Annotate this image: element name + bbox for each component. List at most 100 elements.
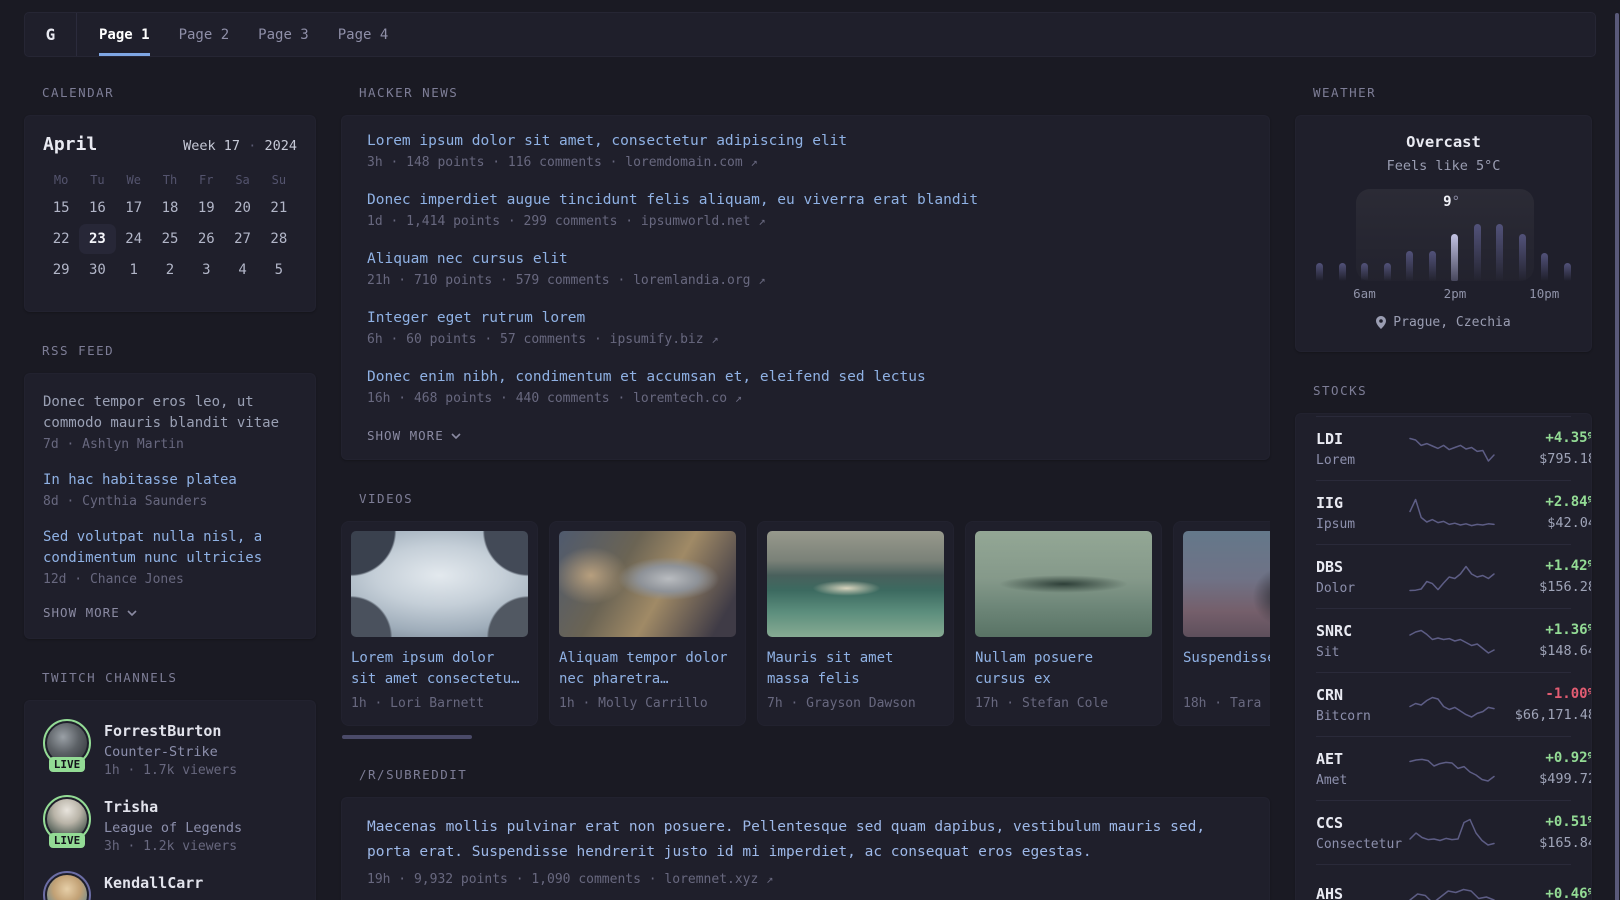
hackernews-show-more-button[interactable]: SHOW MORE	[367, 428, 461, 443]
hackernews-item-meta: 16h · 468 points · 440 comments · loremt…	[367, 391, 743, 406]
rss-item-meta: 7d · Ashlyn Martin	[43, 437, 184, 452]
video-thumbnail[interactable]	[767, 531, 944, 637]
twitch-channel-row[interactable]: LIVE ForrestBurton Counter-Strike 1h · 1…	[43, 719, 297, 778]
weather-card: Overcast Feels like 5°C 9° 6am 2pm 10pm …	[1295, 115, 1592, 352]
video-meta: 1h · Molly Carrillo	[559, 696, 708, 711]
stock-row[interactable]: SNRC Sit +1.36% $148.64	[1316, 608, 1591, 672]
stock-ticker[interactable]: AET	[1316, 750, 1408, 768]
stock-price: $66,171.48	[1514, 707, 1592, 723]
top-nav: G Page 1 Page 2 Page 3 Page 4	[24, 12, 1596, 57]
stock-ticker[interactable]: CCS	[1316, 814, 1408, 832]
video-carousel-scrollbar[interactable]	[342, 735, 472, 739]
stock-row[interactable]: AHS +0.46%	[1316, 864, 1591, 900]
weather-bar	[1316, 263, 1323, 281]
video-card[interactable]: Lorem ipsum dolor sit amet consectetu… 1…	[341, 521, 538, 726]
weather-bar	[1428, 251, 1436, 281]
rss-item-title[interactable]: Sed volutpat nulla nisl, a condimentum n…	[43, 527, 297, 569]
stock-ticker[interactable]: DBS	[1316, 558, 1408, 576]
hackernews-item: Donec enim nibh, condimentum et accumsan…	[367, 369, 1244, 406]
stock-values: +1.36% $148.64	[1496, 622, 1591, 659]
stock-ticker[interactable]: SNRC	[1316, 622, 1408, 640]
stock-row[interactable]: AET Amet +0.92% $499.72	[1316, 736, 1591, 800]
twitch-channel-name[interactable]: Trisha	[104, 798, 242, 816]
video-title[interactable]: Nullam posuere cursus ex	[975, 648, 1147, 690]
page-tab[interactable]: Page 2	[179, 13, 230, 56]
stock-change-percent: +2.84%	[1545, 494, 1592, 510]
video-title[interactable]: Aliquam tempor dolor nec pharetra…	[559, 648, 731, 690]
stock-row[interactable]: LDI Lorem +4.35% $795.18	[1316, 416, 1591, 480]
hackernews-item-meta: 3h · 148 points · 116 comments · loremdo…	[367, 155, 758, 170]
calendar-day: 19	[197, 200, 215, 216]
video-title[interactable]: Lorem ipsum dolor sit amet consectetu…	[351, 648, 523, 690]
subreddit-card: Maecenas mollis pulvinar erat non posuer…	[341, 797, 1270, 900]
degree-symbol: °	[1451, 194, 1461, 210]
twitch-channel-row[interactable]: LIVE KendallCarr	[43, 871, 297, 900]
video-thumbnail[interactable]	[559, 531, 736, 637]
video-card[interactable]: Nullam posuere cursus ex 17h · Stefan Co…	[965, 521, 1162, 726]
stock-ticker[interactable]: CRN	[1316, 686, 1408, 704]
calendar-day: 16	[88, 200, 106, 216]
video-card[interactable]: Aliquam tempor dolor nec pharetra… 1h · …	[549, 521, 746, 726]
hackernews-item-meta: 1d · 1,414 points · 299 comments · ipsum…	[367, 214, 766, 229]
hackernews-item-title[interactable]: Integer eget rutrum lorem	[367, 310, 1244, 326]
hackernews-item: Integer eget rutrum lorem 6h · 60 points…	[367, 310, 1244, 347]
weather-location[interactable]: Prague, Czechia	[1316, 315, 1571, 330]
stock-row[interactable]: CRN Bitcorn -1.00% $66,171.48	[1316, 672, 1591, 736]
stock-ticker[interactable]: IIG	[1316, 494, 1408, 512]
hackernews-item-title[interactable]: Donec imperdiet augue tincidunt felis al…	[367, 192, 1244, 208]
app-logo[interactable]: G	[25, 13, 77, 56]
calendar-card: April Week 17 · 2024 Mo Tu We Th Fr Sa S…	[24, 115, 316, 312]
page-tab[interactable]: Page 3	[258, 13, 309, 56]
video-thumbnail[interactable]	[1183, 531, 1270, 637]
video-title[interactable]: Suspendisse diam	[1183, 648, 1270, 690]
subreddit-post-meta: 19h · 9,932 points · 1,090 comments · lo…	[367, 872, 774, 887]
calendar-day: 3	[202, 262, 211, 278]
stock-identity: CCS Consectetur	[1316, 814, 1408, 852]
stock-ticker[interactable]: LDI	[1316, 430, 1408, 448]
page-tab[interactable]: Page 4	[338, 13, 389, 56]
weather-bar	[1383, 263, 1391, 281]
stock-name: Amet	[1316, 772, 1348, 788]
stock-row[interactable]: DBS Dolor +1.42% $156.28	[1316, 544, 1591, 608]
stock-values: +0.92% $499.72	[1496, 750, 1592, 787]
section-label-weather: WEATHER	[1313, 85, 1377, 100]
external-link-icon: ↗	[750, 155, 758, 169]
twitch-channel-info: Trisha League of Legends 3h · 1.2k viewe…	[104, 795, 242, 854]
external-link-icon: ↗	[758, 214, 766, 228]
twitch-avatar-column: LIVE	[43, 871, 91, 900]
video-thumbnail[interactable]	[351, 531, 528, 637]
hackernews-item-title[interactable]: Aliquam nec cursus elit	[367, 251, 1244, 267]
show-more-label: SHOW MORE	[367, 428, 444, 443]
external-link-icon: ↗	[734, 391, 743, 405]
hackernews-item: Lorem ipsum dolor sit amet, consectetur …	[367, 133, 1244, 170]
hackernews-item-title[interactable]: Lorem ipsum dolor sit amet, consectetur …	[367, 133, 1244, 149]
page-tabs: Page 1 Page 2 Page 3 Page 4	[99, 13, 388, 56]
hackernews-item-title[interactable]: Donec enim nibh, condimentum et accumsan…	[367, 369, 1244, 385]
stock-identity: DBS Dolor	[1316, 558, 1408, 596]
stock-price: $499.72	[1539, 771, 1592, 787]
stock-ticker[interactable]: AHS	[1316, 885, 1408, 900]
stock-row[interactable]: CCS Consectetur +0.51% $165.84	[1316, 800, 1591, 864]
page-tab[interactable]: Page 1	[99, 13, 150, 56]
calendar-day: 1	[129, 262, 138, 278]
stock-row[interactable]: IIG Ipsum +2.84% $42.04	[1316, 480, 1591, 544]
video-meta: 1h · Lori Barnett	[351, 696, 485, 711]
rss-show-more-button[interactable]: SHOW MORE	[43, 605, 137, 620]
twitch-channel-row[interactable]: LIVE Trisha League of Legends 3h · 1.2k …	[43, 795, 297, 854]
calendar-day: 23	[79, 224, 116, 254]
video-card[interactable]: Suspendisse diam 18h · Tara	[1173, 521, 1270, 726]
rss-item-title[interactable]: Donec tempor eros leo, ut commodo mauris…	[43, 392, 297, 434]
twitch-channel-name[interactable]: ForrestBurton	[104, 722, 237, 740]
rss-item-title[interactable]: In hac habitasse platea	[43, 470, 297, 491]
page-scrollbar[interactable]	[1615, 13, 1619, 900]
stock-price: $156.28	[1539, 579, 1592, 595]
video-title[interactable]: Mauris sit amet massa felis	[767, 648, 939, 690]
video-card[interactable]: Mauris sit amet massa felis 7h · Grayson…	[757, 521, 954, 726]
twitch-channel-name[interactable]: KendallCarr	[104, 874, 203, 892]
video-thumbnail[interactable]	[975, 531, 1152, 637]
subreddit-post-title[interactable]: Maecenas mollis pulvinar erat non posuer…	[367, 815, 1244, 865]
stock-values: +4.35% $795.18	[1496, 430, 1591, 467]
subreddit-widget: /R/SUBREDDIT Maecenas mollis pulvinar er…	[341, 767, 1270, 900]
calendar-day: 4	[238, 262, 247, 278]
right-column: WEATHER Overcast Feels like 5°C 9° 6am 2…	[1295, 85, 1592, 900]
